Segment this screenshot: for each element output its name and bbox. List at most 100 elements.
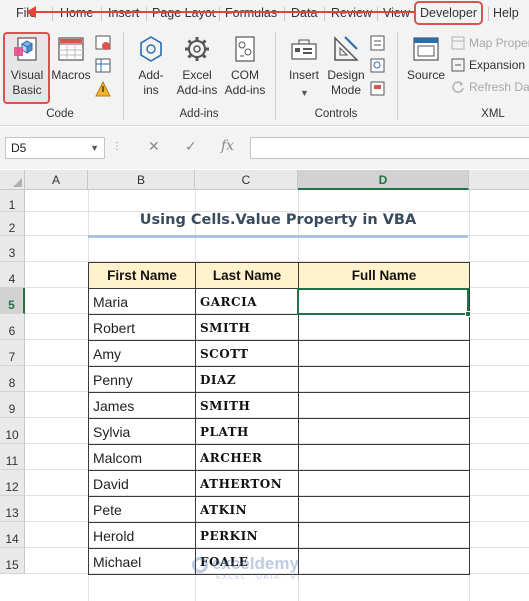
add-ins-label-1: Add-: [138, 68, 164, 82]
last-name-cell[interactable]: ATKIN: [195, 496, 299, 523]
column-header-b[interactable]: B: [88, 170, 195, 190]
tab-separator: [488, 7, 489, 21]
row-header-4[interactable]: 4: [0, 262, 25, 288]
first-name-cell[interactable]: Penny: [88, 366, 196, 393]
full-name-cell[interactable]: [298, 470, 470, 497]
row-header-10[interactable]: 10: [0, 418, 25, 444]
last-name-cell[interactable]: PERKIN: [195, 522, 299, 549]
first-name-cell[interactable]: Maria: [88, 288, 196, 315]
last-name-cell[interactable]: GARCIA: [195, 288, 299, 315]
refresh-data-button[interactable]: Refresh Data: [469, 80, 529, 94]
row-header-6[interactable]: 6: [0, 314, 25, 340]
row-header-3[interactable]: 3: [0, 236, 25, 262]
control-properties-icons[interactable]: [370, 34, 386, 100]
insert-control-button[interactable]: Insert: [284, 34, 324, 83]
formula-bar-grip-icon[interactable]: ⋮: [112, 141, 123, 152]
row-header-1[interactable]: 1: [0, 190, 25, 212]
cancel-icon[interactable]: ✕: [148, 138, 160, 155]
tab-review[interactable]: Review: [331, 0, 372, 26]
first-name-cell[interactable]: James: [88, 392, 196, 419]
row-header-13[interactable]: 13: [0, 496, 25, 522]
enter-icon[interactable]: ✓: [185, 138, 197, 155]
row-header-9[interactable]: 9: [0, 392, 25, 418]
table-row: David ATHERTON: [88, 470, 470, 497]
column-header-e[interactable]: [469, 170, 529, 190]
row-header-11[interactable]: 11: [0, 444, 25, 470]
full-name-cell[interactable]: [298, 418, 470, 445]
tab-formulas[interactable]: Formulas: [225, 0, 277, 26]
name-box-value: D5: [11, 141, 27, 155]
table-header-row: First Name Last Name Full Name: [88, 262, 470, 289]
row-header-8[interactable]: 8: [0, 366, 25, 392]
full-name-cell[interactable]: [298, 392, 470, 419]
row-header-15[interactable]: 15: [0, 548, 25, 574]
column-header-d[interactable]: D: [298, 170, 469, 190]
tab-home[interactable]: Home: [60, 0, 93, 26]
header-full-name[interactable]: Full Name: [298, 262, 470, 289]
excel-add-ins-button[interactable]: Excel Add-ins: [172, 34, 222, 98]
fill-handle[interactable]: [465, 311, 471, 317]
com-add-ins-label-1: COM: [231, 68, 259, 82]
first-name-cell[interactable]: David: [88, 470, 196, 497]
row-header-14[interactable]: 14: [0, 522, 25, 548]
first-name-cell[interactable]: Robert: [88, 314, 196, 341]
sheet-title[interactable]: Using Cells.Value Property in VBA: [88, 212, 468, 236]
last-name-cell[interactable]: SMITH: [195, 392, 299, 419]
tab-separator: [377, 7, 378, 21]
map-properties-button[interactable]: Map Properties: [469, 36, 529, 50]
column-header-a[interactable]: A: [25, 170, 88, 190]
com-add-ins-button[interactable]: COM Add-ins: [224, 34, 266, 98]
first-name-cell[interactable]: Herold: [88, 522, 196, 549]
visual-basic-button[interactable]: Visual Basic: [5, 34, 49, 98]
row-header-2[interactable]: 2: [0, 212, 25, 236]
macro-options-icons[interactable]: [95, 34, 113, 100]
group-label-add-ins: Add-ins: [179, 108, 219, 120]
xml-source-button[interactable]: Source: [404, 34, 448, 83]
tab-page-layout[interactable]: Page Layout: [152, 0, 216, 26]
full-name-cell[interactable]: [298, 366, 470, 393]
chevron-down-icon[interactable]: ▼: [90, 138, 99, 158]
design-mode-button[interactable]: Design Mode: [326, 34, 366, 98]
expansion-packs-button[interactable]: Expansion Packs: [469, 58, 529, 72]
first-name-cell[interactable]: Michael: [88, 548, 196, 575]
first-name-cell[interactable]: Amy: [88, 340, 196, 367]
row-header-5[interactable]: 5: [0, 288, 25, 314]
tab-view[interactable]: View: [383, 0, 410, 26]
last-name-cell[interactable]: SMITH: [195, 314, 299, 341]
last-name-cell[interactable]: ATHERTON: [195, 470, 299, 497]
first-name-cell[interactable]: Malcom: [88, 444, 196, 471]
full-name-cell[interactable]: [298, 444, 470, 471]
full-name-cell[interactable]: [298, 314, 470, 341]
tab-help[interactable]: Help: [493, 0, 519, 26]
select-all-corner[interactable]: [0, 170, 25, 190]
table-row: Malcom ARCHER: [88, 444, 470, 471]
active-cell-d5[interactable]: [297, 288, 469, 315]
first-name-cell[interactable]: Sylvia: [88, 418, 196, 445]
chevron-down-icon[interactable]: ▼: [300, 88, 309, 98]
excel-add-ins-label-1: Excel: [182, 68, 212, 82]
add-ins-button[interactable]: Add- ins: [132, 34, 170, 98]
column-header-c[interactable]: C: [195, 170, 298, 190]
full-name-cell[interactable]: [298, 522, 470, 549]
formula-input[interactable]: [250, 137, 529, 159]
last-name-cell[interactable]: SCOTT: [195, 340, 299, 367]
fx-icon[interactable]: fx: [221, 138, 234, 154]
header-last-name[interactable]: Last Name: [195, 262, 299, 289]
tab-data[interactable]: Data: [291, 0, 317, 26]
header-first-name[interactable]: First Name: [88, 262, 196, 289]
macros-button[interactable]: Macros: [50, 34, 92, 83]
row-header-12[interactable]: 12: [0, 470, 25, 496]
watermark-name: exceldemy: [212, 554, 299, 573]
row-header-7[interactable]: 7: [0, 340, 25, 366]
last-name-cell[interactable]: PLATH: [195, 418, 299, 445]
first-name-cell[interactable]: Pete: [88, 496, 196, 523]
tab-insert[interactable]: Insert: [108, 0, 139, 26]
last-name-cell[interactable]: ARCHER: [195, 444, 299, 471]
name-box[interactable]: D5 ▼: [5, 137, 105, 159]
full-name-cell[interactable]: [298, 496, 470, 523]
tab-developer[interactable]: Developer: [414, 1, 483, 25]
com-add-ins-label-2: Add-ins: [224, 83, 266, 97]
full-name-cell[interactable]: [298, 340, 470, 367]
last-name-cell[interactable]: DIAZ: [195, 366, 299, 393]
tab-separator: [101, 7, 102, 21]
